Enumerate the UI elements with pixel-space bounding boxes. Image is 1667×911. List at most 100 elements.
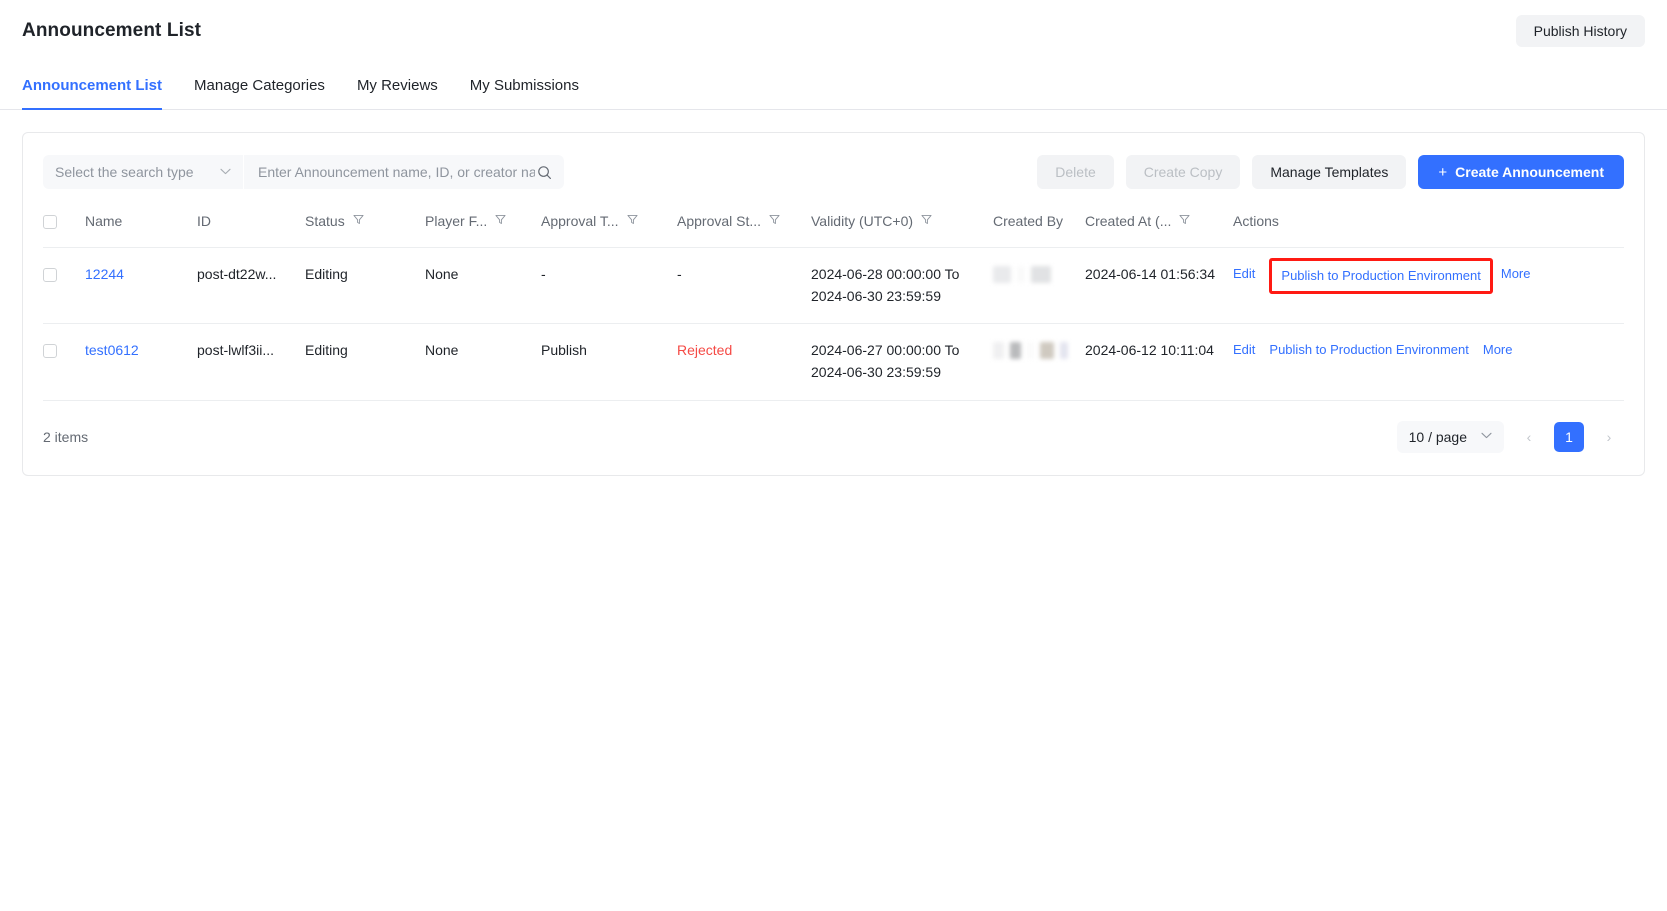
table-row: 12244 post-dt22w... Editing None - - [43,248,1624,324]
edit-action[interactable]: Edit [1233,340,1255,360]
main-content: Select the search type Delete Create Cop… [0,110,1667,476]
validity-value: 2024-06-28 00:00:00 To 2024-06-30 23:59:… [811,266,959,304]
filter-icon[interactable] [1179,214,1190,225]
column-label: Approval St... [677,213,761,229]
publish-history-button[interactable]: Publish History [1516,15,1645,47]
publish-to-production-action[interactable]: Publish to Production Environment [1269,340,1468,360]
cell-id: post-dt22w... [197,248,305,324]
column-header-approval-status: Approval St... [677,205,811,248]
tab-my-reviews[interactable]: My Reviews [341,62,454,109]
publish-to-production-action[interactable]: Publish to Production Environment [1281,266,1480,286]
search-input[interactable] [256,163,537,181]
tab-announcement-list[interactable]: Announcement List [22,62,178,109]
cell-player-filter: None [425,324,541,400]
announcement-panel: Select the search type Delete Create Cop… [22,132,1645,476]
approval-type-value: - [541,266,546,282]
create-copy-button[interactable]: Create Copy [1126,155,1241,189]
approval-status-value: - [677,266,682,282]
tab-my-submissions[interactable]: My Submissions [454,62,595,109]
table-row: test0612 post-lwlf3ii... Editing None Pu… [43,324,1624,400]
edit-action[interactable]: Edit [1233,264,1255,284]
cell-approval-type: Publish [541,324,677,400]
select-all-header [43,205,85,248]
chevron-down-icon [1481,431,1492,442]
prev-page-button[interactable]: ‹ [1514,422,1544,452]
cell-validity: 2024-06-27 00:00:00 To 2024-06-30 23:59:… [811,324,993,400]
status-value: Editing [305,342,348,358]
cell-approval-status: Rejected [677,324,811,400]
filter-icon[interactable] [769,214,780,225]
column-label: Approval T... [541,213,619,229]
column-label: Name [85,213,122,229]
cell-actions: Edit Publish to Production Environment M… [1233,324,1624,400]
search-box[interactable] [244,155,564,189]
cell-name: 12244 [85,248,197,324]
more-action[interactable]: More [1483,340,1513,360]
page-number-1[interactable]: 1 [1554,422,1584,452]
create-announcement-label: Create Announcement [1455,164,1604,180]
search-type-select[interactable]: Select the search type [43,155,243,189]
cell-approval-type: - [541,248,677,324]
column-label: Created By [993,213,1063,229]
announcement-name-link[interactable]: 12244 [85,266,124,282]
toolbar-buttons: Delete Create Copy Manage Templates + Cr… [1037,155,1624,189]
column-header-approval-type: Approval T... [541,205,677,248]
cell-approval-status: - [677,248,811,324]
plus-icon: + [1438,164,1447,181]
next-page-button[interactable]: › [1594,422,1624,452]
delete-button[interactable]: Delete [1037,155,1113,189]
primary-tab-bar: Announcement List Manage Categories My R… [0,62,1667,110]
column-header-status: Status [305,205,425,248]
column-label: Created At (... [1085,213,1171,229]
validity-value: 2024-06-27 00:00:00 To 2024-06-30 23:59:… [811,342,959,380]
filter-icon[interactable] [495,214,506,225]
create-announcement-button[interactable]: + Create Announcement [1418,155,1624,189]
row-checkbox[interactable] [43,268,57,282]
cell-validity: 2024-06-28 00:00:00 To 2024-06-30 23:59:… [811,248,993,324]
column-header-validity: Validity (UTC+0) [811,205,993,248]
column-header-name: Name [85,205,197,248]
column-label: ID [197,213,211,229]
announcement-name-link[interactable]: test0612 [85,342,139,358]
column-label: Validity (UTC+0) [811,213,913,229]
status-value: Editing [305,266,348,282]
created-by-redacted [993,340,1085,359]
cell-name: test0612 [85,324,197,400]
tab-label: My Reviews [357,77,438,94]
tab-label: My Submissions [470,77,579,94]
approval-status-value: Rejected [677,342,732,358]
approval-type-value: Publish [541,342,587,358]
tab-manage-categories[interactable]: Manage Categories [178,62,341,109]
row-checkbox[interactable] [43,344,57,358]
page-title: Announcement List [22,20,201,42]
header-actions: Publish History [1516,15,1645,47]
column-header-id: ID [197,205,305,248]
row-select-cell [43,324,85,400]
announcement-id: post-dt22w... [197,264,305,286]
player-filter-value: None [425,266,458,282]
filter-icon[interactable] [921,214,932,225]
filter-icon[interactable] [353,214,364,225]
table-toolbar: Select the search type Delete Create Cop… [43,133,1624,205]
manage-templates-button[interactable]: Manage Templates [1252,155,1406,189]
cell-status: Editing [305,324,425,400]
items-count: 2 items [43,429,88,445]
search-icon[interactable] [537,165,552,180]
app-header: Announcement List Publish History [0,0,1667,62]
filter-icon[interactable] [627,214,638,225]
cell-status: Editing [305,248,425,324]
search-type-value: Select the search type [55,164,194,180]
table-header-row: Name ID Status [43,205,1624,248]
publish-action-highlight: Publish to Production Environment [1269,258,1492,294]
tab-label: Manage Categories [194,77,325,94]
player-filter-value: None [425,342,458,358]
select-all-checkbox[interactable] [43,215,57,229]
column-header-created-by: Created By [993,205,1085,248]
announcement-table: Name ID Status [43,205,1624,401]
row-actions: Edit Publish to Production Environment M… [1233,340,1624,360]
cell-created-by [993,324,1085,400]
cell-actions: Edit Publish to Production Environment M… [1233,248,1624,324]
more-action[interactable]: More [1501,264,1531,284]
page-size-select[interactable]: 10 / page [1397,421,1504,453]
cell-created-by [993,248,1085,324]
